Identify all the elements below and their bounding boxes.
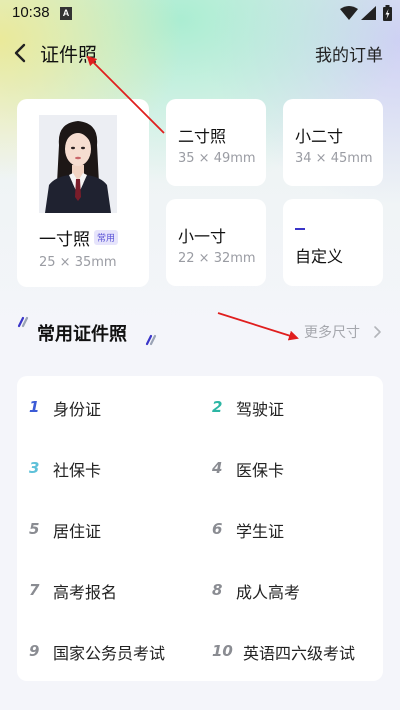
size-card-one-inch[interactable]: 一寸照 常用 25 × 35mm [17, 99, 149, 287]
list-number: 6 [212, 520, 223, 538]
list-item-college-exam[interactable]: 7 高考报名 [29, 576, 199, 606]
list-number: 8 [212, 581, 223, 599]
list-item-id-card[interactable]: 1 身份证 [29, 393, 199, 423]
battery-icon [383, 5, 392, 21]
size-card-custom[interactable]: 自定义 [283, 199, 383, 286]
wifi-icon [340, 6, 358, 20]
size-card-small-two-inch[interactable]: 小二寸 34 × 45mm [283, 99, 383, 186]
list-number: 3 [29, 459, 40, 477]
list-number: 10 [212, 642, 233, 660]
list-label: 英语四六级考试 [243, 644, 356, 663]
size-card-two-inch[interactable]: 二寸照 35 × 49mm [166, 99, 266, 186]
list-number: 7 [29, 581, 40, 599]
list-label: 国家公务员考试 [53, 644, 166, 663]
list-item-cet-exam[interactable]: 10 英语四六级考试 [212, 637, 377, 667]
list-item-student-card[interactable]: 6 学生证 [212, 515, 382, 545]
size-dimensions: 34 × 45mm [295, 151, 373, 166]
list-label: 居住证 [53, 522, 102, 541]
list-item-social-security-card[interactable]: 3 社保卡 [29, 454, 199, 484]
size-name: 小一寸 [178, 227, 227, 246]
size-card-small-one-inch[interactable]: 小一寸 22 × 32mm [166, 199, 266, 286]
size-dimensions: 35 × 49mm [178, 151, 256, 166]
list-number: 5 [29, 520, 40, 538]
size-name: 小二寸 [295, 127, 344, 146]
list-number: 1 [29, 398, 40, 416]
list-label: 社保卡 [53, 461, 102, 480]
size-name: 自定义 [295, 247, 344, 266]
notification-icon: A [60, 7, 72, 20]
status-time: 10:38 [12, 4, 50, 21]
chevron-left-icon[interactable] [10, 42, 32, 64]
my-orders-link[interactable]: 我的订单 [315, 41, 383, 66]
common-badge: 常用 [94, 230, 119, 245]
list-number: 4 [212, 459, 223, 477]
section-title: 常用证件照 [37, 324, 127, 345]
list-number: 2 [212, 398, 223, 416]
size-dimensions: 22 × 32mm [178, 251, 256, 266]
status-bar: 10:38 A [0, 0, 400, 28]
list-label: 医保卡 [236, 461, 285, 480]
list-label: 学生证 [236, 522, 285, 541]
page-title: 证件照 [40, 44, 98, 66]
list-number: 9 [29, 642, 40, 660]
size-dimensions: 25 × 35mm [39, 255, 117, 270]
list-label: 高考报名 [53, 583, 118, 602]
list-label: 驾驶证 [236, 400, 285, 419]
list-item-civil-service-exam[interactable]: 9 国家公务员考试 [29, 637, 199, 667]
list-label: 成人高考 [236, 583, 301, 602]
list-item-drivers-license[interactable]: 2 驾驶证 [212, 393, 382, 423]
portrait-photo [39, 115, 117, 213]
accent-dash [295, 228, 305, 230]
list-item-adult-college-exam[interactable]: 8 成人高考 [212, 576, 382, 606]
list-item-residence-permit[interactable]: 5 居住证 [29, 515, 199, 545]
list-item-medical-card[interactable]: 4 医保卡 [212, 454, 382, 484]
chevron-right-icon[interactable] [372, 325, 382, 339]
common-id-list: 1 身份证 2 驾驶证 3 社保卡 4 医保卡 5 居住证 6 学生证 7 高考… [17, 376, 383, 681]
slash-decoration-icon [17, 316, 29, 328]
more-sizes-link[interactable]: 更多尺寸 [304, 322, 360, 342]
signal-icon [361, 6, 376, 20]
list-label: 身份证 [53, 400, 102, 419]
slash-decoration-icon [145, 334, 157, 346]
app-header: 证件照 我的订单 [0, 36, 400, 72]
size-name: 二寸照 [178, 127, 227, 146]
size-name: 一寸照 [39, 230, 90, 250]
